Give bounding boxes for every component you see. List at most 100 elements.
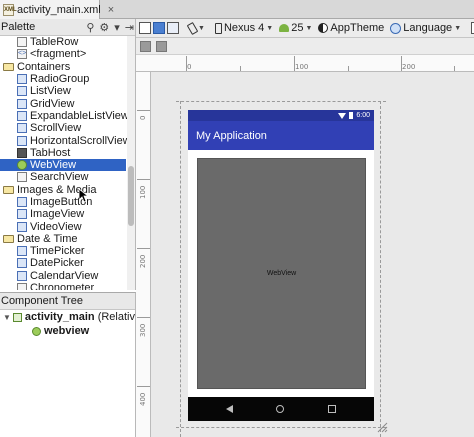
palette-item-label: ImageView xyxy=(30,208,85,221)
status-time: 6:00 xyxy=(356,112,370,119)
palette-panel: Palette ⚲ ⚙ ▾ ⇥ TableRow <> <fragment> Cont… xyxy=(0,19,136,290)
palette-item[interactable]: DatePicker xyxy=(0,257,126,269)
expand-triangle-icon[interactable]: ▼ xyxy=(3,313,11,322)
ruler-label: 0 xyxy=(187,63,192,71)
palette-item-label: GridView xyxy=(30,97,75,110)
ruler-label: 100 xyxy=(295,63,309,71)
palette-item-label: TimePicker xyxy=(30,245,85,258)
palette-item[interactable]: WebView xyxy=(0,158,126,172)
api-selector[interactable]: 25 ▼ xyxy=(276,19,315,37)
xml-file-icon: XML xyxy=(3,3,17,16)
globe-icon xyxy=(390,22,402,34)
design-canvas[interactable]: 0 100 200 0 100 200 300 400 6:00 My Appl… xyxy=(136,55,474,437)
component-tree-title: Component Tree xyxy=(0,293,135,310)
web-view-icon xyxy=(32,326,41,336)
ruler-tick xyxy=(186,56,187,71)
phone-icon xyxy=(214,22,222,34)
palette-scroll-thumb[interactable] xyxy=(128,166,134,226)
palette-category[interactable]: Images & Media xyxy=(0,184,126,196)
palette-item[interactable]: ScrollView xyxy=(0,122,126,134)
layout-guide-line xyxy=(180,101,181,437)
fragment-icon: <> xyxy=(17,49,27,60)
palette-item[interactable]: ImageView xyxy=(0,208,126,220)
palette-item[interactable]: VideoView xyxy=(0,220,126,233)
palette-tools: ⚲ ⚙ ▾ ⇥ xyxy=(86,19,134,36)
webview-widget[interactable]: WebView xyxy=(197,158,366,389)
editor-tab-bar: XML activity_main.xml × xyxy=(0,0,474,19)
palette-item-label: TabHost xyxy=(30,146,71,159)
grid-view-icon xyxy=(17,98,27,109)
design-view-icon[interactable] xyxy=(139,22,151,34)
gear-icon[interactable]: ⚙ xyxy=(99,21,109,34)
blueprint-view-icon[interactable] xyxy=(153,22,165,34)
palette-item-label: WebView xyxy=(30,159,77,172)
palette-item[interactable]: GridView xyxy=(0,97,126,110)
palette-item[interactable]: ExpandableListView xyxy=(0,109,129,122)
navigation-bar xyxy=(188,397,374,421)
palette-category[interactable]: Containers xyxy=(0,61,126,73)
ruler-label: 400 xyxy=(139,392,147,406)
hide-panel-icon[interactable]: ⇥ xyxy=(125,21,134,34)
tree-node-activity-main[interactable]: ▼ activity_main (RelativeLayout) xyxy=(0,310,135,324)
vertical-ruler: 0 100 200 300 400 xyxy=(136,72,151,437)
palette-item[interactable]: RadioGroup xyxy=(0,73,126,85)
palette-item[interactable]: TableRow xyxy=(0,36,126,48)
palette-item[interactable]: ListView xyxy=(0,85,126,97)
image-view-icon xyxy=(17,209,27,220)
chevron-down-icon: ▼ xyxy=(454,24,462,32)
file-tab-activity-main[interactable]: XML activity_main.xml × xyxy=(0,0,114,19)
layout-variants-button[interactable] xyxy=(468,19,474,37)
palette-item-label: HorizontalScrollView xyxy=(30,134,131,147)
palette-item[interactable]: SearchView xyxy=(0,171,126,183)
ruler-tick xyxy=(348,66,349,71)
ruler-tick xyxy=(240,66,241,71)
wifi-icon xyxy=(338,112,347,119)
theme-selector[interactable]: AppTheme xyxy=(315,19,387,37)
tree-node-webview[interactable]: webview xyxy=(0,324,135,338)
layout-guide-line xyxy=(380,101,381,437)
show-constraints-icon[interactable] xyxy=(140,40,151,52)
design-blueprint-icon[interactable] xyxy=(167,22,179,34)
folder-icon xyxy=(3,185,14,194)
orientation-button[interactable]: ▼ xyxy=(186,19,208,37)
ruler-tick xyxy=(401,56,402,71)
palette-category[interactable]: Date & Time xyxy=(0,233,126,245)
ruler-tick xyxy=(454,66,455,71)
ruler-label: 100 xyxy=(139,185,147,199)
palette-item-label: ScrollView xyxy=(30,122,82,135)
palette-item[interactable]: HorizontalScrollView xyxy=(0,134,131,147)
palette-item-label: RadioGroup xyxy=(30,73,90,86)
chevron-down-icon: ▼ xyxy=(266,24,274,32)
palette-item-label: ExpandableListView xyxy=(30,109,129,122)
palette-item-label: SearchView xyxy=(30,171,89,184)
search-icon[interactable]: ⚲ xyxy=(86,21,94,34)
resize-handle-icon[interactable] xyxy=(376,421,388,433)
chevron-down-icon[interactable]: ▾ xyxy=(114,21,120,34)
status-bar: 6:00 xyxy=(188,110,374,121)
palette-item[interactable]: <> <fragment> xyxy=(0,48,126,60)
palette-item[interactable]: ImageButton xyxy=(0,196,126,208)
palette-item[interactable]: Chronometer xyxy=(0,282,126,290)
palette-item[interactable]: TimePicker xyxy=(0,245,126,257)
tree-root-layout: (RelativeLayout) xyxy=(97,311,135,323)
ruler-label: 0 xyxy=(139,115,147,120)
device-selector[interactable]: Nexus 4 ▼ xyxy=(212,19,276,37)
autoconnect-icon[interactable] xyxy=(156,40,167,52)
horizontal-ruler: 0 100 200 xyxy=(136,55,474,72)
palette-item[interactable]: CalendarView xyxy=(0,270,126,282)
list-view-icon xyxy=(17,86,27,97)
component-tree-panel: Component Tree ▼ activity_main (Relative… xyxy=(0,292,136,437)
rotate-icon xyxy=(186,21,199,35)
palette-item[interactable]: TabHost xyxy=(0,147,126,159)
horizontal-scroll-icon xyxy=(17,135,27,146)
ruler-label: 200 xyxy=(139,254,147,268)
web-view-icon xyxy=(17,160,27,171)
palette-item-label: Chronometer xyxy=(30,282,95,290)
calendar-view-icon xyxy=(17,270,27,281)
design-mode-group xyxy=(136,19,182,37)
ruler-tick xyxy=(137,248,150,249)
close-tab-icon[interactable]: × xyxy=(108,4,114,16)
palette-scrollbar[interactable] xyxy=(127,36,135,290)
language-selector[interactable]: Language ▼ xyxy=(387,19,464,37)
chevron-down-icon: ▼ xyxy=(305,24,313,32)
